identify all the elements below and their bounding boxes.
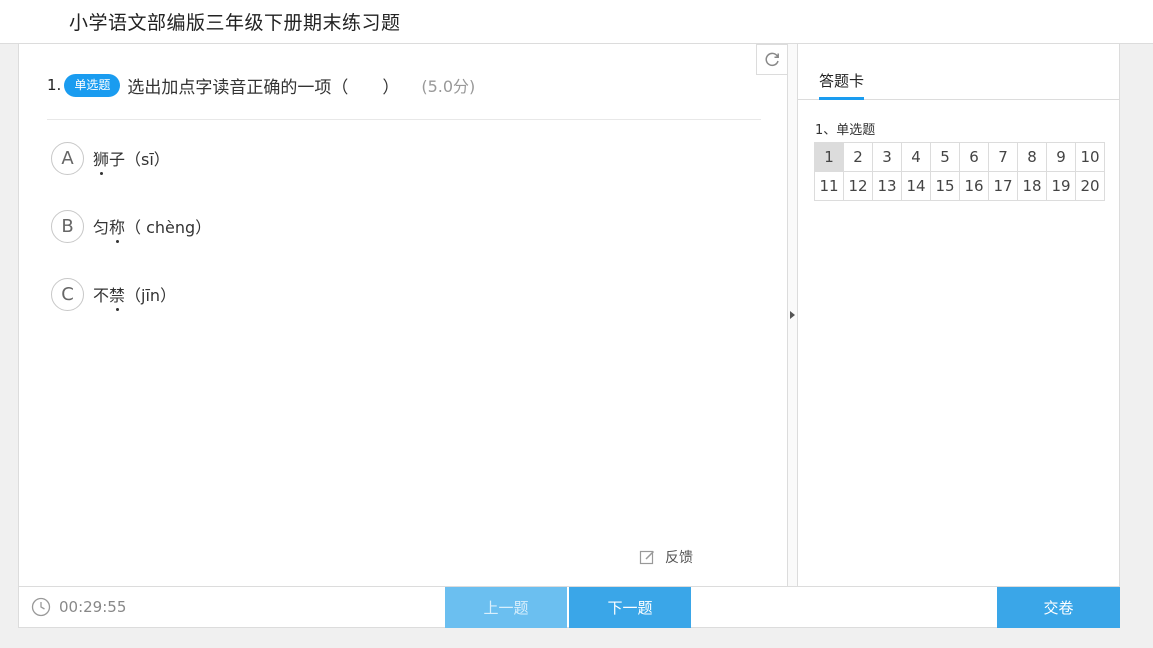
option-a-letter: A (51, 141, 84, 175)
answer-cell[interactable]: 6 (959, 142, 989, 172)
answer-cell[interactable]: 14 (901, 171, 931, 201)
option-c-pre: 不 (93, 286, 110, 305)
option-a-text: 狮子（sī） (93, 146, 170, 175)
answer-cell[interactable]: 2 (843, 142, 873, 172)
answer-cell[interactable]: 1 (814, 142, 844, 172)
refresh-button[interactable] (756, 44, 788, 75)
option-b-post: （ chèng） (125, 218, 212, 237)
answer-cell[interactable]: 7 (988, 142, 1018, 172)
option-b-dotted-char: 称 (109, 214, 125, 243)
answer-sheet-panel: 答题卡 1、单选题 1 2 3 4 5 6 7 8 9 10 11 12 13 … (798, 44, 1120, 586)
option-c-text: 不禁（jīn） (93, 282, 177, 311)
submit-exam-button[interactable]: 交卷 (997, 587, 1120, 628)
timer: 00:29:55 (31, 597, 126, 617)
answer-cell[interactable]: 3 (872, 142, 902, 172)
answer-cell[interactable]: 5 (930, 142, 960, 172)
option-c-dotted-char: 禁 (109, 282, 125, 311)
option-b-letter: B (51, 209, 84, 243)
answer-cell[interactable]: 11 (814, 171, 844, 201)
option-a[interactable]: A 狮子（sī） (51, 141, 170, 175)
answer-cell[interactable]: 9 (1046, 142, 1076, 172)
question-number: 1. (47, 76, 62, 94)
chevron-right-icon (790, 311, 795, 319)
answer-cell[interactable]: 8 (1017, 142, 1047, 172)
answer-cell[interactable]: 19 (1046, 171, 1076, 201)
answer-cell[interactable]: 17 (988, 171, 1018, 201)
timer-value: 00:29:55 (59, 598, 127, 616)
answer-cell[interactable]: 12 (843, 171, 873, 201)
option-b-text: 匀称（ chèng） (93, 214, 212, 243)
panel-collapse-toggle[interactable] (788, 44, 798, 586)
answer-cell[interactable]: 18 (1017, 171, 1047, 201)
footer-bar: 00:29:55 上一题 下一题 交卷 (18, 586, 1120, 628)
tab-answer-sheet[interactable]: 答题卡 (819, 70, 865, 100)
question-score: (5.0分) (421, 77, 476, 96)
option-b[interactable]: B 匀称（ chèng） (51, 209, 211, 243)
answer-cell[interactable]: 20 (1075, 171, 1105, 201)
question-panel: 1. 单选题 选出加点字读音正确的一项（ ） (5.0分) A 狮子（sī） B… (18, 44, 788, 586)
clock-icon (31, 597, 51, 617)
prev-question-button[interactable]: 上一题 (445, 587, 567, 628)
feedback-label: 反馈 (665, 550, 693, 566)
question-type-badge: 单选题 (64, 73, 121, 97)
option-a-dotted-char: 狮 (93, 146, 109, 175)
next-question-button[interactable]: 下一题 (569, 587, 691, 628)
question-header: 1. 单选题 选出加点字读音正确的一项（ ） (5.0分) (47, 72, 475, 98)
divider (47, 119, 761, 120)
option-c-post: （jīn） (125, 286, 177, 305)
side-tab-bar: 答题卡 (798, 44, 1120, 100)
answer-cell[interactable]: 4 (901, 142, 931, 172)
option-a-post: 子（sī） (109, 150, 170, 169)
question-text: 选出加点字读音正确的一项（ ） (127, 77, 400, 98)
answer-cell[interactable]: 13 (872, 171, 902, 201)
page-header: 小学语文部编版三年级下册期末练习题 (0, 0, 1153, 44)
answer-cell[interactable]: 16 (959, 171, 989, 201)
answer-grid-row-2: 11 12 13 14 15 16 17 18 19 20 (814, 171, 1105, 201)
answer-cell[interactable]: 15 (930, 171, 960, 201)
page-title: 小学语文部编版三年级下册期末练习题 (69, 12, 401, 34)
answer-grid-row-1: 1 2 3 4 5 6 7 8 9 10 (814, 142, 1105, 172)
answer-cell[interactable]: 10 (1075, 142, 1105, 172)
option-c-letter: C (51, 277, 84, 311)
edit-icon (639, 550, 655, 564)
answer-grid: 1 2 3 4 5 6 7 8 9 10 11 12 13 14 15 16 1… (814, 142, 1105, 201)
section-label: 1、单选题 (815, 123, 876, 138)
refresh-icon (765, 52, 779, 66)
feedback-link[interactable]: 反馈 (639, 547, 693, 567)
option-b-pre: 匀 (93, 218, 110, 237)
option-c[interactable]: C 不禁（jīn） (51, 277, 176, 311)
